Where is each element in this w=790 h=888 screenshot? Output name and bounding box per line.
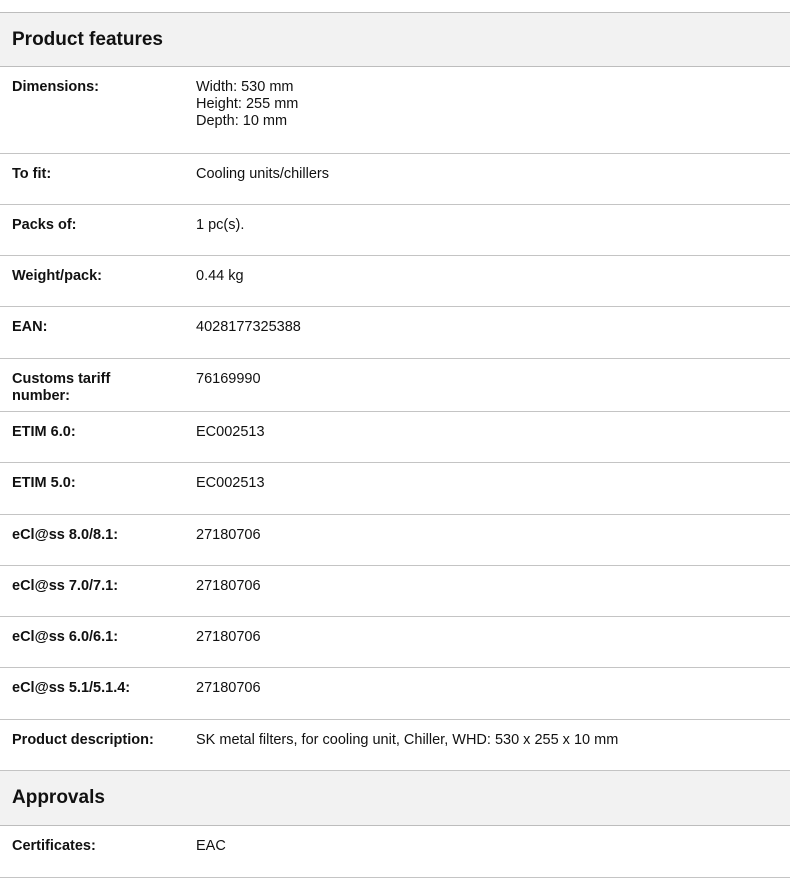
spec-row-customs-tariff-number: Customs tariff number: 76169990 (0, 359, 790, 412)
spec-label: eCl@ss 8.0/8.1: (12, 527, 119, 543)
spec-value: 27180706 (196, 527, 261, 543)
spec-row-weight-pack: Weight/pack: 0.44 kg (0, 256, 790, 307)
spec-value: SK metal filters, for cooling unit, Chil… (196, 732, 619, 748)
spec-row-eclass-6: eCl@ss 6.0/6.1: 27180706 (0, 617, 790, 668)
spec-row-eclass-8: eCl@ss 8.0/8.1: 27180706 (0, 515, 790, 566)
spec-value: 76169990 (196, 371, 261, 387)
spec-value-line: Height: 255 mm (196, 96, 299, 112)
spec-value: Cooling units/chillers (196, 166, 329, 182)
spec-value: 0.44 kg (196, 268, 244, 284)
spec-row-dimensions: Dimensions: Width: 530 mm Height: 255 mm… (0, 67, 790, 154)
spec-label: Certificates: (12, 838, 96, 854)
spec-row-etim-5: ETIM 5.0: EC002513 (0, 463, 790, 515)
spec-row-etim-6: ETIM 6.0: EC002513 (0, 412, 790, 463)
section-header-product-features: Product features (0, 12, 790, 67)
spec-label: eCl@ss 6.0/6.1: (12, 629, 119, 645)
product-spec-sheet: Product features Dimensions: Width: 530 … (0, 12, 790, 878)
spec-row-ean: EAN: 4028177325388 (0, 307, 790, 359)
spec-row-to-fit: To fit: Cooling units/chillers (0, 154, 790, 205)
spec-value-line: Width: 530 mm (196, 79, 294, 95)
spec-row-packs-of: Packs of: 1 pc(s). (0, 205, 790, 256)
spec-row-product-description: Product description: SK metal filters, f… (0, 720, 790, 771)
spec-value-line: Depth: 10 mm (196, 113, 288, 129)
spec-label: Packs of: (12, 217, 77, 233)
spec-label: To fit: (12, 166, 52, 182)
spec-label: Dimensions: (12, 79, 100, 95)
spec-value: 1 pc(s). (196, 217, 245, 233)
spec-label: ETIM 6.0: (12, 424, 76, 440)
spec-row-eclass-5: eCl@ss 5.1/5.1.4: 27180706 (0, 668, 790, 720)
spec-value: EC002513 (196, 475, 265, 491)
section-header-approvals: Approvals (0, 771, 790, 826)
spec-label: EAN: (12, 319, 48, 335)
spec-label: eCl@ss 5.1/5.1.4: (12, 680, 131, 696)
spec-value: 27180706 (196, 629, 261, 645)
spec-label: Weight/pack: (12, 268, 102, 284)
spec-value: EAC (196, 838, 226, 854)
spec-label: Customs tariff number: (12, 371, 111, 404)
spec-value: 27180706 (196, 578, 261, 594)
spec-value: 27180706 (196, 680, 261, 696)
spec-row-certificates: Certificates: EAC (0, 826, 790, 878)
spec-value: 4028177325388 (196, 319, 301, 335)
spec-value: Width: 530 mm Height: 255 mm Depth: 10 m… (196, 67, 790, 153)
spec-label: ETIM 5.0: (12, 475, 76, 491)
spec-label: Product description: (12, 732, 154, 748)
spec-row-eclass-7: eCl@ss 7.0/7.1: 27180706 (0, 566, 790, 617)
spec-label: eCl@ss 7.0/7.1: (12, 578, 119, 594)
spec-value: EC002513 (196, 424, 265, 440)
